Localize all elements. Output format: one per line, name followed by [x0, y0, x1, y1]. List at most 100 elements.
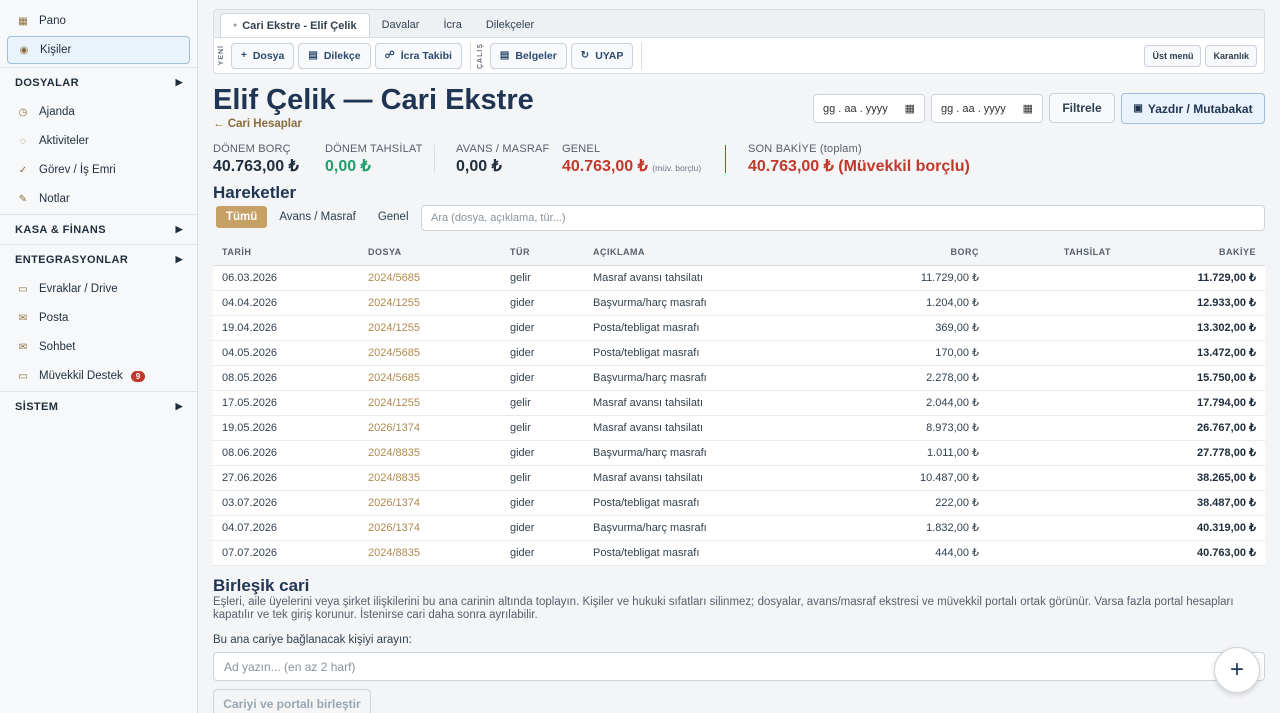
sidebar-item-posta[interactable]: ✉ Posta: [7, 304, 190, 332]
cell-description: Posta/tebligat masrafı: [584, 490, 804, 516]
sidebar-item-label: Sohbet: [39, 341, 76, 353]
movement-search-input[interactable]: Ara (dosya, açıklama, tür...): [421, 205, 1265, 231]
table-row[interactable]: 07.07.2026 2024/8835 gider Posta/tebligat m…: [213, 540, 1265, 566]
column-header[interactable]: TAHSİLAT: [988, 240, 1120, 266]
cell-dosya[interactable]: 2024/1255: [359, 315, 501, 341]
filter-tab-avans-masraf[interactable]: Avans / Masraf: [269, 206, 366, 228]
cell-tahsilat: [988, 515, 1120, 541]
merge-cari-button[interactable]: Cariyi ve portalı birleştir: [213, 689, 371, 713]
sidebar-item-muvekkil-destek[interactable]: ▭ Müvekkil Destek 9: [7, 362, 190, 390]
sidebar-item-label: Ajanda: [39, 106, 75, 118]
date-from-input[interactable]: gg . aa . yyyy ▦: [813, 94, 925, 123]
stat-value: 0,00 ₺: [325, 158, 371, 175]
support-icon: ▭: [18, 370, 28, 382]
column-header[interactable]: TÜR: [501, 240, 584, 266]
tab-davalar[interactable]: Davalar: [370, 13, 432, 37]
cell-dosya[interactable]: 2026/1374: [359, 515, 501, 541]
new-dosya-button[interactable]: + Dosya: [231, 42, 295, 69]
sidebar-item-label: Kişiler: [40, 44, 72, 56]
cell-date: 08.06.2026: [213, 440, 359, 466]
cell-tahsilat: [988, 415, 1120, 441]
stat-value: 0,00 ₺: [456, 158, 502, 175]
sidebar-item-kisiler[interactable]: ◉ Kişiler: [7, 36, 190, 64]
cell-dosya[interactable]: 2024/8835: [359, 440, 501, 466]
section-label: DOSYALAR: [15, 76, 79, 89]
print-button[interactable]: ▣ Yazdır / Mutabakat: [1121, 93, 1265, 124]
cell-dosya[interactable]: 2026/1374: [359, 415, 501, 441]
column-header[interactable]: BORÇ: [804, 240, 988, 266]
sidebar-item-evraklar[interactable]: ▭ Evraklar / Drive: [7, 275, 190, 303]
toolbar-group-label-work: ÇALIŞ: [476, 42, 484, 69]
tab-cari-ekstre[interactable]: ● Cari Ekstre - Elif Çelik: [220, 13, 370, 37]
cell-dosya[interactable]: 2024/1255: [359, 390, 501, 416]
binoculars-icon: ☍: [384, 50, 395, 61]
sidebar-item-sohbet[interactable]: ✉ Sohbet: [7, 333, 190, 361]
new-icra-takibi-button[interactable]: ☍ İcra Takibi: [374, 42, 462, 69]
new-dilekce-button[interactable]: ▤ Dilekçe: [298, 42, 371, 69]
sidebar-item-label: Aktiviteler: [39, 135, 89, 147]
cell-date: 19.05.2026: [213, 415, 359, 441]
table-row[interactable]: 06.03.2026 2024/5685 gelir Masraf avansı ta…: [213, 265, 1265, 291]
sidebar-section-entegrasyonlar[interactable]: ENTEGRASYONLAR ▶: [0, 244, 197, 274]
stat-label: SON BAKİYE (toplam): [748, 143, 862, 155]
cell-dosya[interactable]: 2024/5685: [359, 365, 501, 391]
tab-dilekceler[interactable]: Dilekçeler: [474, 13, 546, 37]
sidebar-item-gorev[interactable]: ✓ Görev / İş Emri: [7, 156, 190, 184]
cell-dosya[interactable]: 2024/5685: [359, 340, 501, 366]
sidebar-item-label: Pano: [39, 15, 66, 27]
tab-icra[interactable]: İcra: [431, 13, 473, 37]
stat-avans-masraf: AVANS / MASRAF 0,00 ₺: [456, 143, 549, 176]
date-to-input[interactable]: gg . aa . yyyy ▦: [931, 94, 1043, 123]
belgeler-button[interactable]: ▤ Belgeler: [489, 42, 567, 69]
cell-type: gider: [501, 540, 584, 566]
table-header-row: TARİH DOSYA TÜR AÇIKLAMA BORÇ TAHSİLAT B…: [213, 240, 1265, 266]
table-row[interactable]: 03.07.2026 2026/1374 gider Posta/tebligat m…: [213, 490, 1265, 516]
sidebar-item-ajanda[interactable]: ◷ Ajanda: [7, 98, 190, 126]
stat-divider: [434, 145, 435, 173]
sidebar-item-pano[interactable]: ▦ Pano: [7, 7, 190, 35]
button-label: UYAP: [595, 49, 624, 62]
cell-tahsilat: [988, 465, 1120, 491]
table-row[interactable]: 19.04.2026 2024/1255 gider Posta/tebligat m…: [213, 315, 1265, 341]
table-row[interactable]: 04.07.2026 2026/1374 gider Başvurma/harç ma…: [213, 515, 1265, 541]
top-menu-button[interactable]: Üst menü: [1144, 44, 1202, 67]
table-row[interactable]: 08.06.2026 2024/8835 gider Başvurma/harç ma…: [213, 440, 1265, 466]
expand-arrow-icon: ▶: [175, 401, 183, 411]
cell-dosya[interactable]: 2026/1374: [359, 490, 501, 516]
cell-borc: 1.832,00 ₺: [804, 515, 988, 541]
filter-tab-genel[interactable]: Genel: [368, 206, 419, 228]
cell-dosya[interactable]: 2024/1255: [359, 290, 501, 316]
cell-dosya[interactable]: 2024/5685: [359, 265, 501, 291]
table-row[interactable]: 04.04.2026 2024/1255 gider Başvurma/harç ma…: [213, 290, 1265, 316]
table-row[interactable]: 04.05.2026 2024/5685 gider Posta/tebligat m…: [213, 340, 1265, 366]
cell-bakiye: 13.302,00 ₺: [1120, 315, 1265, 341]
dark-mode-button[interactable]: Karanlık: [1205, 44, 1257, 67]
sidebar-section-kasa[interactable]: KASA & FİNANS ▶: [0, 214, 197, 244]
column-header[interactable]: AÇIKLAMA: [584, 240, 804, 266]
sidebar-section-dosyalar[interactable]: DOSYALAR ▶: [0, 67, 197, 97]
merge-description: Eşleri, aile üyelerini veya şirket ilişk…: [213, 596, 1234, 621]
add-fab-button[interactable]: +: [1214, 647, 1260, 693]
sidebar-item-notlar[interactable]: ✎ Notlar: [7, 185, 190, 213]
table-row[interactable]: 19.05.2026 2026/1374 gelir Masraf avansı ta…: [213, 415, 1265, 441]
table-row[interactable]: 17.05.2026 2024/1255 gelir Masraf avansı ta…: [213, 390, 1265, 416]
column-header[interactable]: DOSYA: [359, 240, 501, 266]
toolbar-right: Üst menü Karanlık: [1140, 44, 1257, 67]
back-link-cari-hesaplar[interactable]: ← Cari Hesaplar: [213, 118, 302, 130]
filter-button[interactable]: Filtrele: [1049, 93, 1115, 123]
cell-borc: 170,00 ₺: [804, 340, 988, 366]
sidebar-item-aktiviteler[interactable]: ◌ Aktiviteler: [7, 127, 190, 155]
table-row[interactable]: 08.05.2026 2024/5685 gider Başvurma/harç ma…: [213, 365, 1265, 391]
cell-dosya[interactable]: 2024/8835: [359, 540, 501, 566]
column-header[interactable]: BAKİYE: [1120, 240, 1265, 266]
merge-person-search-input[interactable]: Ad yazın... (en az 2 harf): [213, 652, 1265, 681]
filter-tab-tumu[interactable]: Tümü: [216, 206, 268, 228]
cell-description: Posta/tebligat masrafı: [584, 540, 804, 566]
column-header[interactable]: TARİH: [213, 240, 359, 266]
uyap-button[interactable]: ↻ UYAP: [570, 42, 634, 69]
section-label: KASA & FİNANS: [15, 223, 106, 236]
sidebar-section-sistem[interactable]: SİSTEM ▶: [0, 391, 197, 421]
cell-dosya[interactable]: 2024/8835: [359, 465, 501, 491]
table-row[interactable]: 27.06.2026 2024/8835 gelir Masraf avansı ta…: [213, 465, 1265, 491]
toolbar-divider: [641, 41, 643, 70]
